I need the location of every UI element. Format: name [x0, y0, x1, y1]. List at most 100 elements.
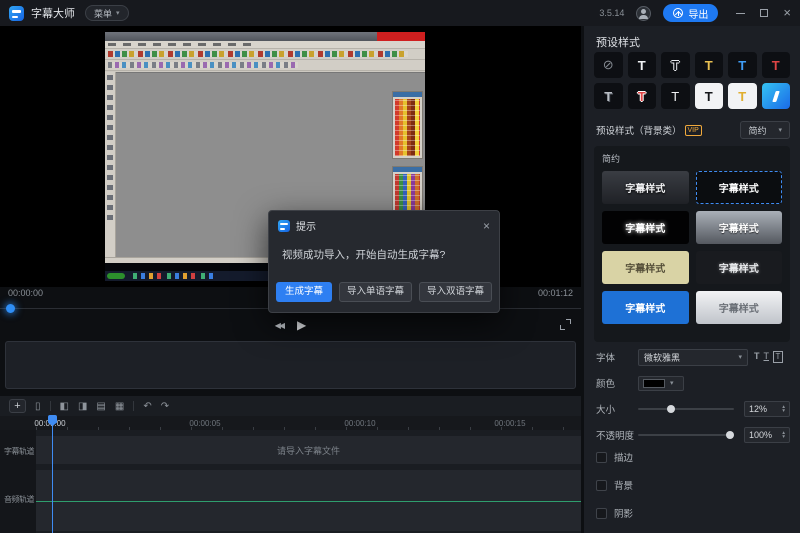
current-time-label: 00:00:00	[8, 288, 43, 298]
start-button-icon	[107, 273, 125, 279]
split-right-icon[interactable]: ◨	[78, 401, 87, 412]
stroke-checkbox[interactable]	[596, 452, 607, 463]
play-icon[interactable]: ▶	[297, 318, 306, 332]
style-card[interactable]: 字幕样式	[602, 171, 689, 204]
close-icon[interactable]: ×	[783, 8, 791, 18]
size-value-box[interactable]: 12% ▴ ▾	[744, 401, 790, 417]
subtitle-text-area[interactable]	[5, 341, 576, 389]
color-chip	[643, 379, 665, 388]
color-select[interactable]: ▾	[638, 376, 684, 391]
size-stepper: ▴ ▾	[782, 405, 785, 414]
toolbar-divider	[50, 401, 51, 411]
dialog-buttons: 生成字幕 导入单语字幕 导入双语字幕	[269, 282, 499, 302]
undo-icon[interactable]: ↶	[143, 401, 151, 412]
text-style-icons: T T T	[754, 351, 783, 363]
preset-style-gold-icon[interactable]: T	[695, 52, 724, 78]
palette-swatches	[395, 99, 420, 156]
split-left-icon[interactable]: ◧	[60, 401, 69, 412]
menu-button[interactable]: 菜单 ▾	[85, 5, 129, 21]
chevron-down-icon: ▾	[670, 379, 674, 387]
preset-style-red-outline-icon[interactable]: T	[628, 83, 657, 109]
font-select[interactable]: 微软雅黑 ▾	[638, 349, 748, 366]
style-group-header: 简约	[602, 152, 782, 165]
user-avatar-icon[interactable]	[636, 6, 651, 21]
opacity-slider[interactable]	[638, 429, 734, 441]
export-button-label: 导出	[688, 6, 708, 21]
subtitle-track-label: 字幕轨道	[4, 446, 34, 457]
redo-icon[interactable]: ↷	[161, 401, 169, 412]
color-row: 颜色 ▾	[596, 374, 790, 392]
font-label: 字体	[596, 350, 638, 364]
preset-style-black-on-white-icon[interactable]: T	[695, 83, 724, 109]
shadow-label: 阴影	[614, 506, 633, 520]
style-card[interactable]: 字幕样式	[696, 211, 783, 244]
clip-icon[interactable]: ▯	[35, 401, 41, 412]
rows-icon[interactable]: ▤	[96, 401, 105, 412]
style-card-label: 字幕样式	[719, 300, 759, 315]
audio-track-label: 音频轨道	[4, 494, 34, 505]
grid-icon[interactable]: ▦	[115, 401, 124, 412]
menu-button-label: 菜单	[94, 7, 112, 20]
size-slider[interactable]	[638, 403, 734, 415]
audio-track[interactable]	[36, 470, 581, 531]
fullscreen-icon[interactable]	[560, 319, 571, 330]
dialog-message: 视频成功导入，开始自动生成字幕?	[269, 233, 499, 262]
preset-style-thin-white-icon[interactable]: T	[661, 83, 690, 109]
embedded-app-tool-palette	[105, 72, 116, 257]
generate-subtitles-button[interactable]: 生成字幕	[276, 282, 332, 302]
style-cards-grid: 字幕样式 字幕样式 字幕样式 字幕样式 字幕样式 字幕样式 字幕样式 字幕样式	[602, 171, 782, 324]
taskbar-icons	[133, 273, 213, 279]
subtitle-track[interactable]: 请导入字幕文件	[36, 436, 581, 464]
style-card[interactable]: 字幕样式	[602, 211, 689, 244]
opacity-value-box[interactable]: 100% ▴ ▾	[744, 427, 790, 443]
app-window: 字幕大师 菜单 ▾ 3.5.14 导出 ×	[0, 0, 800, 533]
palette-header	[393, 167, 422, 172]
preset-style-gray-3d-icon[interactable]: T	[594, 83, 623, 109]
size-slider-handle[interactable]	[667, 405, 675, 413]
text-frame-icon[interactable]: T	[773, 351, 783, 363]
seek-handle[interactable]	[6, 304, 15, 313]
toolbar-divider	[133, 401, 134, 411]
opacity-slider-handle[interactable]	[726, 431, 734, 439]
text-underline-icon[interactable]: T	[764, 351, 770, 363]
preset-style-blue-icon[interactable]: T	[728, 52, 757, 78]
preset-style-outline-white-icon[interactable]: T	[661, 52, 690, 78]
background-checkbox[interactable]	[596, 480, 607, 491]
window-controls: ×	[736, 8, 791, 18]
slider-track	[638, 408, 734, 410]
text-bold-icon[interactable]: T	[754, 351, 760, 363]
style-card[interactable]: 字幕样式	[602, 291, 689, 324]
style-card[interactable]: 字幕样式	[696, 291, 783, 324]
step-down-icon[interactable]: ▾	[782, 435, 785, 440]
opacity-stepper: ▴ ▾	[782, 431, 785, 440]
preset-style-grid: ⊘ T T T T T T T T T T	[594, 52, 790, 109]
ruler-tick: 00:00:15	[488, 419, 532, 428]
import-dual-subtitles-button[interactable]: 导入双语字幕	[419, 282, 492, 302]
shadow-checkbox[interactable]	[596, 508, 607, 519]
dialog-close-icon[interactable]: ×	[483, 221, 490, 231]
style-card[interactable]: 字幕样式	[696, 251, 783, 284]
prompt-dialog: 提示 × 视频成功导入，开始自动生成字幕? 生成字幕 导入单语字幕 导入双语字幕	[268, 210, 500, 313]
vip-badge: VIP	[685, 125, 702, 136]
style-card-label: 字幕样式	[625, 260, 665, 275]
style-card[interactable]: 字幕样式	[602, 251, 689, 284]
maximize-icon[interactable]	[760, 9, 768, 17]
timeline-ruler[interactable]: 00:00:00 00:00:05 00:00:10 00:00:15	[0, 416, 581, 430]
rewind-icon[interactable]: ◀◀	[275, 321, 283, 330]
chevron-down-icon: ▾	[738, 353, 742, 361]
preset-style-app-logo-icon[interactable]	[762, 83, 791, 109]
style-card-selected[interactable]: 字幕样式	[696, 171, 783, 204]
import-mono-subtitles-button[interactable]: 导入单语字幕	[339, 282, 412, 302]
category-select[interactable]: 简约 ▾	[740, 121, 790, 139]
background-label: 背景	[614, 478, 633, 492]
add-subtitle-button[interactable]: +	[9, 399, 26, 413]
preset-style-gold-on-white-icon[interactable]: T	[728, 83, 757, 109]
preset-style-red-icon[interactable]: T	[762, 52, 791, 78]
export-button[interactable]: 导出	[663, 4, 718, 22]
embedded-app-color-palette-1	[392, 91, 423, 159]
preset-style-basic-white-icon[interactable]: T	[628, 52, 657, 78]
style-card-label: 字幕样式	[625, 220, 665, 235]
step-down-icon[interactable]: ▾	[782, 409, 785, 414]
minimize-icon[interactable]	[736, 13, 745, 14]
preset-style-none-icon[interactable]: ⊘	[594, 52, 623, 78]
